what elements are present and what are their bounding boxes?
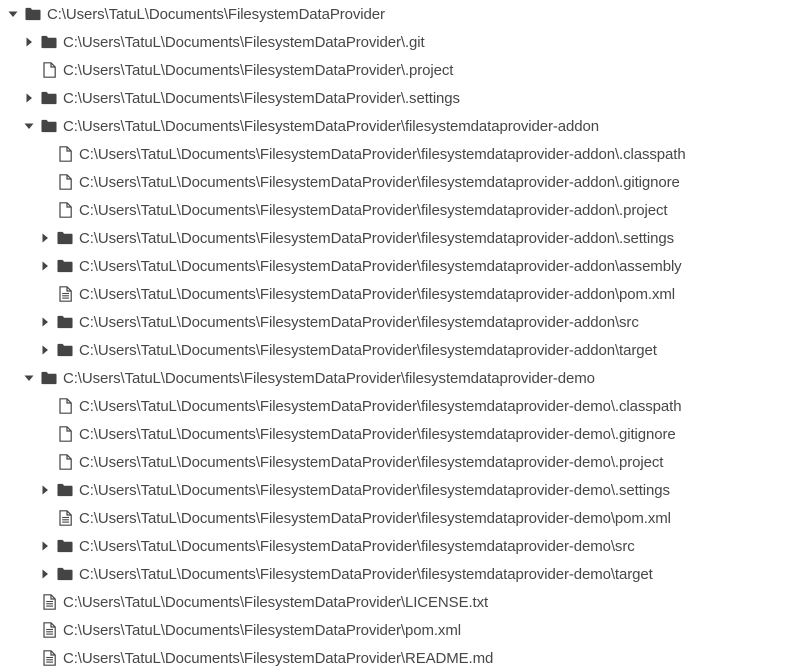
tree-item-label: C:\Users\TatuL\Documents\FilesystemDataP… [63, 117, 599, 135]
file-text-icon [41, 588, 57, 616]
file-tree: C:\Users\TatuL\Documents\FilesystemDataP… [0, 0, 800, 671]
tree-item-label: C:\Users\TatuL\Documents\FilesystemDataP… [79, 313, 639, 331]
toggle-spacer [39, 448, 51, 476]
caret-down-icon[interactable] [7, 0, 19, 28]
tree-item-label: C:\Users\TatuL\Documents\FilesystemDataP… [47, 5, 385, 23]
tree-item-label: C:\Users\TatuL\Documents\FilesystemDataP… [79, 201, 668, 219]
file-icon [57, 392, 73, 420]
file-text-icon [41, 616, 57, 644]
tree-row[interactable]: C:\Users\TatuL\Documents\FilesystemDataP… [0, 224, 800, 252]
file-icon [57, 168, 73, 196]
file-text-icon [41, 644, 57, 672]
tree-row[interactable]: C:\Users\TatuL\Documents\FilesystemDataP… [0, 112, 800, 140]
tree-row[interactable]: C:\Users\TatuL\Documents\FilesystemDataP… [0, 364, 800, 392]
tree-row[interactable]: C:\Users\TatuL\Documents\FilesystemDataP… [0, 84, 800, 112]
caret-right-icon[interactable] [39, 560, 51, 588]
folder-icon [57, 336, 73, 364]
tree-item-label: C:\Users\TatuL\Documents\FilesystemDataP… [79, 257, 682, 275]
toggle-spacer [39, 504, 51, 532]
tree-item-label: C:\Users\TatuL\Documents\FilesystemDataP… [79, 341, 657, 359]
toggle-spacer [23, 588, 35, 616]
folder-icon [57, 224, 73, 252]
caret-right-icon[interactable] [39, 476, 51, 504]
tree-item-label: C:\Users\TatuL\Documents\FilesystemDataP… [79, 481, 670, 499]
tree-item-label: C:\Users\TatuL\Documents\FilesystemDataP… [79, 397, 682, 415]
folder-icon [57, 476, 73, 504]
tree-row[interactable]: C:\Users\TatuL\Documents\FilesystemDataP… [0, 0, 800, 28]
tree-row[interactable]: C:\Users\TatuL\Documents\FilesystemDataP… [0, 448, 800, 476]
toggle-spacer [23, 644, 35, 672]
folder-icon [57, 532, 73, 560]
file-icon [57, 196, 73, 224]
tree-item-label: C:\Users\TatuL\Documents\FilesystemDataP… [79, 229, 674, 247]
tree-row[interactable]: C:\Users\TatuL\Documents\FilesystemDataP… [0, 56, 800, 84]
folder-icon [25, 0, 41, 28]
tree-row[interactable]: C:\Users\TatuL\Documents\FilesystemDataP… [0, 420, 800, 448]
tree-row[interactable]: C:\Users\TatuL\Documents\FilesystemDataP… [0, 280, 800, 308]
tree-item-label: C:\Users\TatuL\Documents\FilesystemDataP… [79, 509, 671, 527]
file-text-icon [57, 504, 73, 532]
tree-row[interactable]: C:\Users\TatuL\Documents\FilesystemDataP… [0, 196, 800, 224]
tree-item-label: C:\Users\TatuL\Documents\FilesystemDataP… [63, 649, 494, 667]
folder-icon [41, 84, 57, 112]
tree-item-label: C:\Users\TatuL\Documents\FilesystemDataP… [79, 537, 635, 555]
folder-icon [41, 28, 57, 56]
folder-icon [41, 112, 57, 140]
tree-item-label: C:\Users\TatuL\Documents\FilesystemDataP… [79, 453, 664, 471]
toggle-spacer [39, 140, 51, 168]
toggle-spacer [39, 280, 51, 308]
caret-right-icon[interactable] [23, 84, 35, 112]
toggle-spacer [39, 392, 51, 420]
tree-item-label: C:\Users\TatuL\Documents\FilesystemDataP… [79, 425, 676, 443]
tree-row[interactable]: C:\Users\TatuL\Documents\FilesystemDataP… [0, 336, 800, 364]
tree-row[interactable]: C:\Users\TatuL\Documents\FilesystemDataP… [0, 588, 800, 616]
tree-item-label: C:\Users\TatuL\Documents\FilesystemDataP… [79, 285, 675, 303]
file-icon [57, 420, 73, 448]
tree-row[interactable]: C:\Users\TatuL\Documents\FilesystemDataP… [0, 28, 800, 56]
toggle-spacer [23, 56, 35, 84]
toggle-spacer [23, 616, 35, 644]
caret-right-icon[interactable] [39, 252, 51, 280]
tree-row[interactable]: C:\Users\TatuL\Documents\FilesystemDataP… [0, 644, 800, 672]
tree-item-label: C:\Users\TatuL\Documents\FilesystemDataP… [63, 621, 461, 639]
toggle-spacer [39, 196, 51, 224]
tree-row[interactable]: C:\Users\TatuL\Documents\FilesystemDataP… [0, 140, 800, 168]
tree-item-label: C:\Users\TatuL\Documents\FilesystemDataP… [63, 89, 460, 107]
file-icon [41, 56, 57, 84]
caret-right-icon[interactable] [39, 336, 51, 364]
tree-item-label: C:\Users\TatuL\Documents\FilesystemDataP… [79, 173, 680, 191]
tree-row[interactable]: C:\Users\TatuL\Documents\FilesystemDataP… [0, 560, 800, 588]
caret-right-icon[interactable] [23, 28, 35, 56]
caret-right-icon[interactable] [39, 224, 51, 252]
toggle-spacer [39, 420, 51, 448]
file-icon [57, 448, 73, 476]
tree-row[interactable]: C:\Users\TatuL\Documents\FilesystemDataP… [0, 308, 800, 336]
tree-row[interactable]: C:\Users\TatuL\Documents\FilesystemDataP… [0, 168, 800, 196]
folder-icon [41, 364, 57, 392]
tree-item-label: C:\Users\TatuL\Documents\FilesystemDataP… [63, 61, 454, 79]
tree-row[interactable]: C:\Users\TatuL\Documents\FilesystemDataP… [0, 476, 800, 504]
folder-icon [57, 560, 73, 588]
file-icon [57, 140, 73, 168]
tree-row[interactable]: C:\Users\TatuL\Documents\FilesystemDataP… [0, 252, 800, 280]
tree-item-label: C:\Users\TatuL\Documents\FilesystemDataP… [79, 145, 686, 163]
file-text-icon [57, 280, 73, 308]
toggle-spacer [39, 168, 51, 196]
folder-icon [57, 308, 73, 336]
tree-item-label: C:\Users\TatuL\Documents\FilesystemDataP… [63, 369, 595, 387]
caret-down-icon[interactable] [23, 112, 35, 140]
tree-item-label: C:\Users\TatuL\Documents\FilesystemDataP… [63, 593, 489, 611]
tree-item-label: C:\Users\TatuL\Documents\FilesystemDataP… [63, 33, 425, 51]
tree-row[interactable]: C:\Users\TatuL\Documents\FilesystemDataP… [0, 616, 800, 644]
tree-row[interactable]: C:\Users\TatuL\Documents\FilesystemDataP… [0, 532, 800, 560]
folder-icon [57, 252, 73, 280]
caret-right-icon[interactable] [39, 308, 51, 336]
tree-row[interactable]: C:\Users\TatuL\Documents\FilesystemDataP… [0, 392, 800, 420]
tree-item-label: C:\Users\TatuL\Documents\FilesystemDataP… [79, 565, 653, 583]
tree-row[interactable]: C:\Users\TatuL\Documents\FilesystemDataP… [0, 504, 800, 532]
caret-right-icon[interactable] [39, 532, 51, 560]
caret-down-icon[interactable] [23, 364, 35, 392]
